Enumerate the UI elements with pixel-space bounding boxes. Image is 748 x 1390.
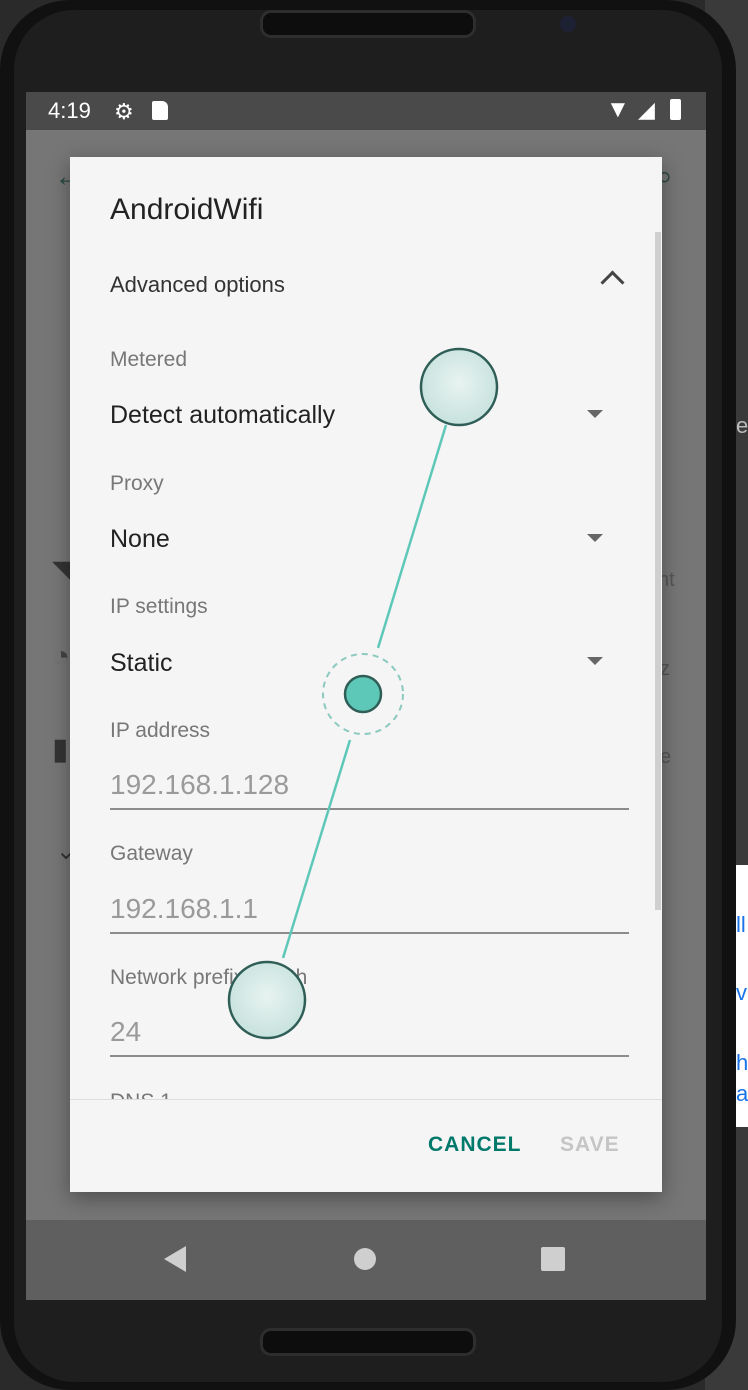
metered-spinner[interactable]: Detect automatically — [110, 401, 335, 430]
wifi-config-dialog: AndroidWifi Advanced options Metered Det… — [70, 157, 662, 1192]
cancel-button[interactable]: CANCEL — [428, 1133, 522, 1157]
lock-icon: ▮ — [52, 733, 69, 766]
screen: 4:19 ⚙ ▼ ◢ ← ⌕ ◥ ◔ ▮ ⌄ nt z e AndroidWif… — [26, 92, 706, 1300]
gateway-label: Gateway — [110, 842, 193, 865]
gateway-field[interactable]: 192.168.1.1 — [110, 893, 258, 925]
dropdown-arrow-icon[interactable] — [587, 410, 603, 418]
wifi-settings-icon: ◔ — [52, 640, 71, 673]
prefix-length-label: Network prefix length — [110, 966, 308, 989]
bg-text-fragment: a — [736, 1081, 748, 1106]
battery-icon — [670, 99, 681, 120]
navigation-bar — [26, 1220, 706, 1300]
dropdown-arrow-icon[interactable] — [587, 657, 603, 665]
scrollbar[interactable] — [655, 232, 661, 910]
dialog-footer: CANCEL SAVE — [70, 1099, 662, 1192]
bottom-speaker — [260, 1328, 476, 1356]
ip-address-label: IP address — [110, 719, 211, 742]
sd-card-icon — [152, 101, 168, 120]
proxy-label: Proxy — [110, 472, 164, 495]
wifi-icon: ▼ — [606, 96, 630, 123]
gear-icon: ⚙ — [114, 99, 134, 124]
metered-label: Metered — [110, 348, 188, 371]
prefix-length-field[interactable]: 24 — [110, 1016, 141, 1048]
recents-icon[interactable] — [541, 1247, 565, 1271]
dropdown-arrow-icon[interactable] — [587, 534, 603, 542]
ip-address-field[interactable]: 192.168.1.128 — [110, 769, 289, 801]
prefix-length-underline — [110, 1055, 629, 1057]
status-time: 4:19 — [48, 98, 91, 123]
bg-text-fragment: ll — [736, 912, 746, 937]
signal-icon: ◢ — [638, 97, 655, 122]
save-button[interactable]: SAVE — [560, 1133, 620, 1157]
top-speaker — [260, 10, 476, 38]
chevron-up-icon[interactable] — [600, 270, 625, 295]
bg-text-fragment: hc — [736, 1050, 748, 1075]
bg-text-fragment: va — [736, 980, 748, 1005]
phone-frame: 4:19 ⚙ ▼ ◢ ← ⌕ ◥ ◔ ▮ ⌄ nt z e AndroidWif… — [0, 0, 736, 1390]
advanced-options-toggle[interactable]: Advanced options — [110, 272, 285, 298]
ip-settings-spinner[interactable]: Static — [110, 649, 173, 678]
front-camera — [560, 16, 576, 32]
home-icon[interactable] — [354, 1248, 376, 1270]
status-bar: 4:19 ⚙ ▼ ◢ — [26, 92, 706, 130]
back-icon[interactable] — [164, 1246, 186, 1272]
gateway-underline — [110, 932, 629, 934]
bg-text-fragment: e — [736, 413, 748, 438]
ip-address-underline — [110, 808, 629, 810]
ip-settings-label: IP settings — [110, 595, 208, 618]
dialog-title: AndroidWifi — [110, 193, 264, 226]
proxy-spinner[interactable]: None — [110, 525, 170, 554]
